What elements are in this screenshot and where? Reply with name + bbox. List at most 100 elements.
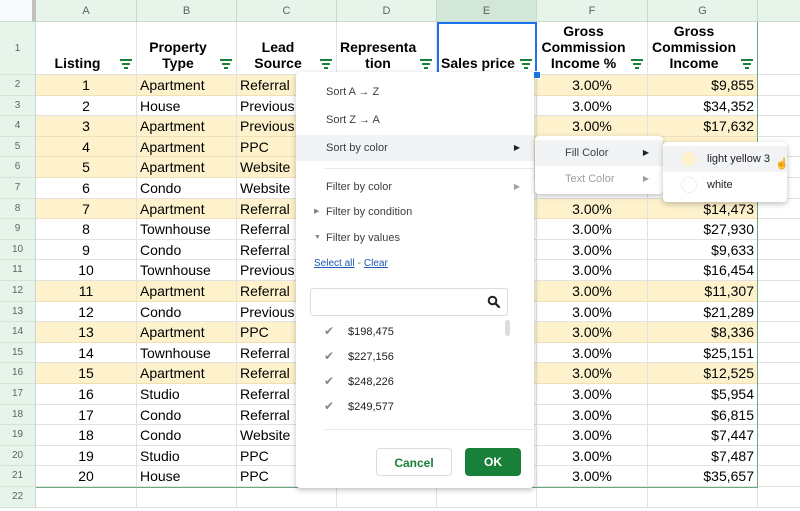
cell-f16[interactable]: 3.00% [537, 363, 648, 384]
cell-f20[interactable]: 3.00% [537, 445, 648, 467]
cell-a22[interactable] [36, 487, 137, 508]
cell-b21[interactable]: House [137, 466, 237, 487]
empty-cell[interactable] [758, 322, 800, 343]
header-cell-f[interactable]: Gross Commission Income % [537, 22, 648, 75]
cell-c22[interactable] [237, 487, 337, 508]
value-checkbox-item[interactable]: ✔ $227,156 [310, 344, 500, 369]
ok-button[interactable]: OK [465, 448, 521, 476]
empty-cell[interactable] [758, 281, 800, 302]
empty-cell[interactable] [758, 240, 800, 261]
color-option-light-yellow-3[interactable]: light yellow 3 [663, 146, 787, 172]
filter-icon[interactable] [220, 59, 232, 69]
fill-handle[interactable] [533, 71, 541, 79]
cell-b12[interactable]: Apartment [137, 281, 237, 302]
empty-cell[interactable] [758, 116, 800, 137]
empty-cell[interactable] [758, 22, 800, 75]
empty-cell[interactable] [758, 260, 800, 281]
row-header-17[interactable]: 17 [0, 384, 36, 405]
cell-b4[interactable]: Apartment [137, 116, 237, 137]
column-header-f[interactable]: F [537, 0, 648, 22]
header-cell-d[interactable]: Representa tion [337, 22, 437, 75]
cell-g9[interactable]: $27,930 [648, 219, 758, 240]
cell-g11[interactable]: $16,454 [648, 260, 758, 281]
checkmark-icon[interactable]: ✔ [310, 344, 348, 369]
row-header-20[interactable]: 20 [0, 445, 36, 467]
cell-f19[interactable]: 3.00% [537, 425, 648, 446]
filter-icon[interactable] [741, 59, 753, 69]
cell-f11[interactable]: 3.00% [537, 260, 648, 281]
cell-a8[interactable]: 7 [36, 198, 137, 220]
header-cell-g[interactable]: Gross Commission Income [648, 22, 758, 75]
empty-cell[interactable] [758, 96, 800, 117]
row-header-1[interactable]: 1 [0, 22, 36, 75]
cell-f21[interactable]: 3.00% [537, 466, 648, 487]
cell-b9[interactable]: Townhouse [137, 219, 237, 240]
checkmark-icon[interactable]: ✔ [310, 319, 348, 344]
cell-d22[interactable] [337, 487, 437, 508]
value-checkbox-item[interactable]: ✔ $248,226 [310, 369, 500, 394]
row-header-13[interactable]: 13 [0, 301, 36, 323]
cancel-button[interactable]: Cancel [376, 448, 452, 476]
row-header-14[interactable]: 14 [0, 322, 36, 343]
filter-icon[interactable] [420, 59, 432, 69]
menu-item-text-color[interactable]: Text Color ▶ [535, 166, 663, 192]
row-header-21[interactable]: 21 [0, 466, 36, 487]
cell-f18[interactable]: 3.00% [537, 404, 648, 426]
column-header-b[interactable]: B [137, 0, 237, 22]
cell-f13[interactable]: 3.00% [537, 301, 648, 323]
color-option-white[interactable]: white [663, 172, 787, 198]
header-cell-b[interactable]: Property Type [137, 22, 237, 75]
cell-b16[interactable]: Apartment [137, 363, 237, 384]
row-header-7[interactable]: 7 [0, 178, 36, 199]
cell-f14[interactable]: 3.00% [537, 322, 648, 343]
cell-a14[interactable]: 13 [36, 322, 137, 343]
cell-b3[interactable]: House [137, 95, 237, 117]
empty-cell[interactable] [758, 466, 800, 487]
select-all-corner[interactable] [0, 0, 36, 22]
cell-b6[interactable]: Apartment [137, 157, 237, 178]
column-header-c[interactable]: C [237, 0, 337, 22]
values-search-box[interactable] [310, 288, 508, 317]
cell-a4[interactable]: 3 [36, 116, 137, 137]
cell-f4[interactable]: 3.00% [537, 116, 648, 137]
cell-b7[interactable]: Condo [137, 178, 237, 199]
column-header-d[interactable]: D [337, 0, 437, 22]
cell-a10[interactable]: 9 [36, 239, 137, 261]
column-header-e[interactable]: E [437, 0, 537, 22]
menu-item-filter-by-color[interactable]: Filter by color ▶ [296, 174, 534, 200]
header-cell-c[interactable]: Lead Source [237, 22, 337, 75]
cell-g13[interactable]: $21,289 [648, 301, 758, 323]
column-header-a[interactable]: A [36, 0, 137, 22]
row-header-6[interactable]: 6 [0, 157, 36, 178]
value-checkbox-item[interactable]: ✔ $198,475 [310, 319, 500, 344]
cell-b10[interactable]: Condo [137, 239, 237, 261]
cell-a6[interactable]: 5 [36, 157, 137, 178]
cell-g14[interactable]: $8,336 [648, 322, 758, 343]
row-header-11[interactable]: 11 [0, 260, 36, 281]
select-all-link[interactable]: Select all [314, 258, 355, 269]
cell-b14[interactable]: Apartment [137, 322, 237, 343]
cell-f22[interactable] [537, 487, 648, 508]
cell-b13[interactable]: Condo [137, 301, 237, 323]
cell-f17[interactable]: 3.00% [537, 384, 648, 405]
cell-a7[interactable]: 6 [36, 178, 137, 199]
values-search-input[interactable] [317, 289, 491, 317]
cell-a11[interactable]: 10 [36, 260, 137, 281]
menu-item-sort-a-z[interactable]: Sort A → Z [296, 79, 534, 105]
empty-cell[interactable] [758, 363, 800, 384]
cell-a20[interactable]: 19 [36, 445, 137, 467]
filter-icon[interactable] [120, 59, 132, 69]
empty-cell[interactable] [758, 219, 800, 240]
value-checkbox-item[interactable]: ✔ $249,577 [310, 394, 500, 419]
cell-f10[interactable]: 3.00% [537, 239, 648, 261]
row-header-22[interactable]: 22 [0, 487, 36, 508]
cell-g3[interactable]: $34,352 [648, 95, 758, 117]
cell-g20[interactable]: $7,487 [648, 445, 758, 467]
cell-f9[interactable]: 3.00% [537, 219, 648, 240]
cell-g18[interactable]: $6,815 [648, 404, 758, 426]
row-header-3[interactable]: 3 [0, 95, 36, 117]
cell-g15[interactable]: $25,151 [648, 342, 758, 364]
empty-cell[interactable] [758, 384, 800, 405]
empty-cell[interactable] [758, 446, 800, 467]
empty-cell[interactable] [758, 302, 800, 323]
